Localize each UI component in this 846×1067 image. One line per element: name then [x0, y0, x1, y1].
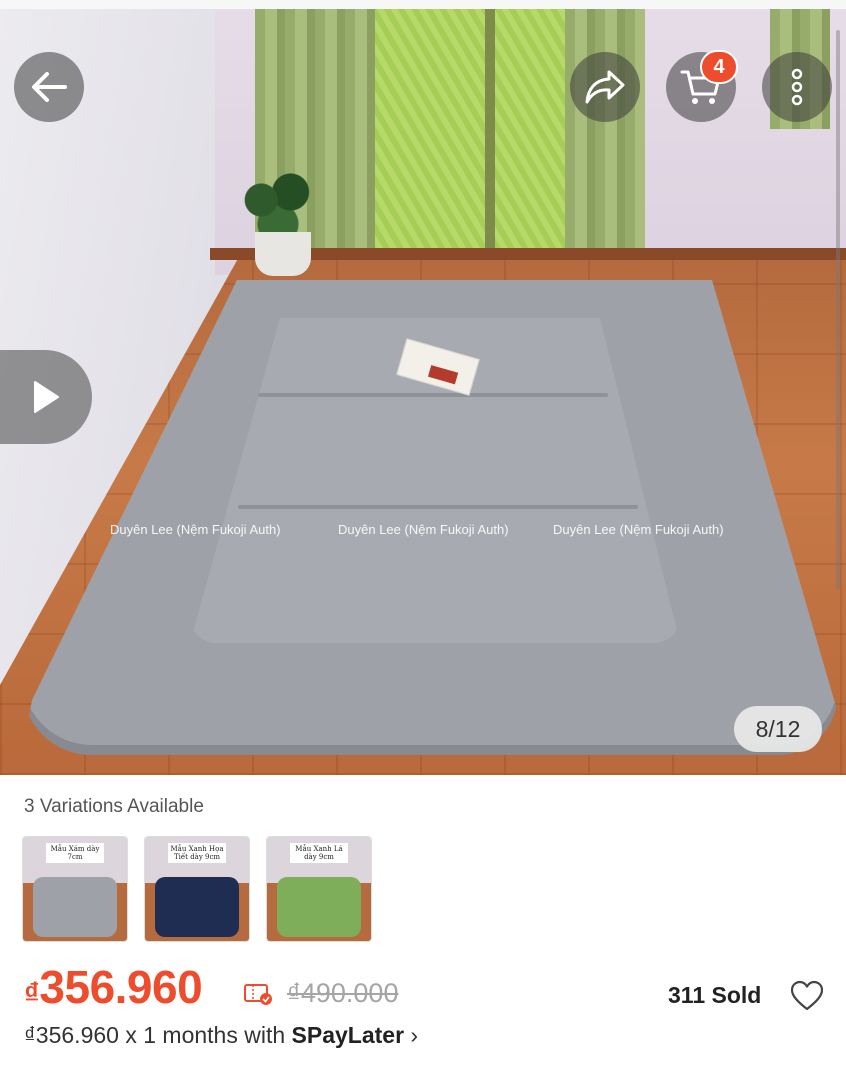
thumb-mattress — [155, 876, 239, 937]
back-arrow-icon — [32, 72, 67, 102]
mattress-seam — [258, 393, 608, 397]
back-button[interactable] — [14, 52, 84, 122]
paylater-brand: SPayLater — [291, 1022, 405, 1048]
chevron-right-icon: › — [410, 1022, 419, 1048]
heart-icon[interactable] — [790, 980, 824, 1012]
variation-tag: Mẫu Xanh Họa Tiết dày 9cm — [167, 843, 227, 863]
image-counter: 8/12 — [734, 706, 822, 752]
more-icon — [791, 68, 803, 106]
watermark-text: Duyên Lee (Nệm Fukoji Auth) — [338, 522, 509, 537]
voucher-icon[interactable] — [244, 982, 274, 1006]
paylater-text: ₫356.960 x 1 months with — [24, 1022, 292, 1048]
original-price: ₫490.000 — [287, 978, 399, 1008]
currency-symbol: ₫ — [24, 977, 40, 1010]
price-value: 356.960 — [39, 961, 203, 1013]
variation-tag: Mẫu Xám dày 7cm — [45, 843, 105, 863]
image-window-bar — [485, 9, 495, 254]
current-price: ₫356.960 — [24, 960, 203, 1014]
watermark-text: Duyên Lee (Nệm Fukoji Auth) — [110, 522, 281, 537]
share-icon — [585, 70, 625, 104]
share-button[interactable] — [570, 52, 640, 122]
more-options-button[interactable] — [762, 52, 832, 122]
product-image-gallery[interactable]: Duyên Lee (Nệm Fukoji Auth) Duyên Lee (N… — [0, 0, 846, 775]
play-video-button[interactable] — [0, 350, 92, 444]
variations-label: 3 Variations Available — [24, 796, 204, 817]
variation-tag: Mẫu Xanh Lá dày 9cm — [289, 843, 349, 863]
image-plant-pot — [255, 232, 311, 276]
variation-thumbnail-green[interactable]: Mẫu Xanh Lá dày 9cm — [266, 836, 372, 942]
sold-count: 311 Sold — [668, 982, 762, 1008]
thumb-mattress — [277, 876, 361, 937]
image-curtain — [565, 9, 645, 269]
thumb-mattress — [33, 876, 117, 937]
variation-thumbnail-grey[interactable]: Mẫu Xám dày 7cm — [22, 836, 128, 942]
variation-thumbnail-navy[interactable]: Mẫu Xanh Họa Tiết dày 9cm — [144, 836, 250, 942]
mattress-seam — [238, 505, 638, 509]
play-icon — [34, 381, 59, 413]
top-strip — [0, 0, 846, 9]
watermark-text: Duyên Lee (Nệm Fukoji Auth) — [553, 522, 724, 537]
gallery-scrollbar — [836, 30, 840, 590]
spaylater-installment-link[interactable]: ₫356.960 x 1 months with SPayLater › — [24, 1022, 418, 1049]
cart-count-badge: 4 — [700, 50, 738, 84]
